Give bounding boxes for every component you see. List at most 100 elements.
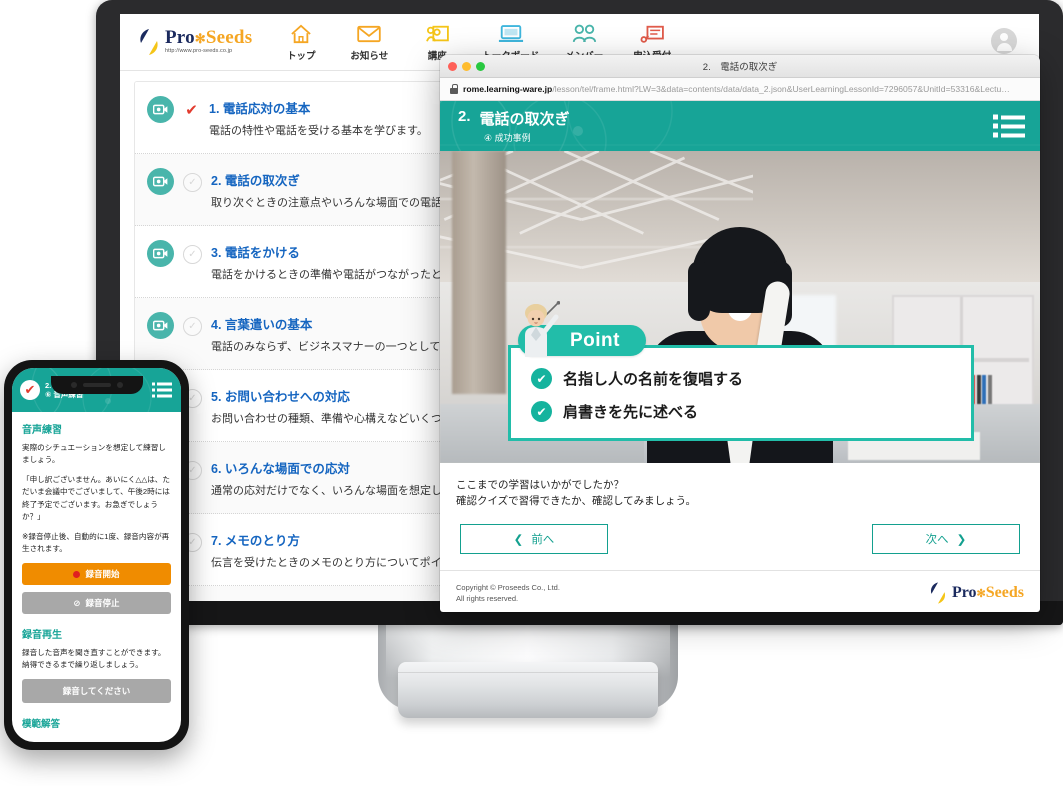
members-icon — [571, 23, 597, 45]
record-playback-label: 録音してください — [62, 686, 131, 697]
point-item-text: 肩書きを先に述べる — [563, 404, 699, 421]
point-box: Point ✔ 名指し人の名前を復唱する ✔ 肩書きを先に述べる — [508, 301, 974, 441]
phone-screen: ✔ 2. 電話の取次ぎ ⑥ 音声練習 音声練習 実際のシチュエーションを想定して… — [12, 368, 181, 742]
footer-logo-text: Pro✻Seeds — [952, 584, 1024, 602]
avatar-body-icon — [996, 43, 1012, 51]
point-item: ✔ 名指し人の名前を復唱する — [531, 368, 953, 389]
url-domain: rome.learning-ware.jp — [463, 84, 553, 94]
lesson-title-block: 2. 電話の取次ぎ ④ 成功事例 — [440, 108, 570, 144]
record-stop-label: 録音停止 — [85, 598, 120, 609]
next-button[interactable]: 次へ ❯ — [872, 523, 1020, 554]
url-text: rome.learning-ware.jp/lesson/tel/frame.h… — [463, 84, 1010, 94]
phone-content: 音声練習 実際のシチュエーションを想定して練習しましょう。 「申し訳ございません… — [12, 412, 181, 704]
speaker-icon — [82, 383, 111, 387]
nav-item-top[interactable]: トップ — [278, 23, 324, 62]
mail-icon — [357, 23, 381, 45]
copyright-text: Copyright © Proseeds Co., Ltd. All right… — [456, 582, 560, 605]
video-icon — [147, 167, 174, 195]
user-avatar[interactable] — [991, 28, 1017, 54]
lesson-header: 2. 電話の取次ぎ ④ 成功事例 — [440, 101, 1040, 151]
camera-icon — [70, 382, 77, 388]
lesson-subtitle: ④ 成功事例 — [484, 133, 531, 143]
phone-paragraph-1: 実際のシチュエーションを想定して練習しましょう。 — [22, 443, 166, 465]
prev-button-label: 前へ — [531, 533, 555, 546]
lesson-nav-buttons: ❮ 前へ 次へ ❯ — [456, 510, 1024, 570]
video-icon — [147, 239, 174, 267]
point-item: ✔ 肩書きを先に述べる — [531, 401, 953, 422]
nav-label: トップ — [287, 50, 316, 62]
footer-logo-star: ✻ — [976, 587, 986, 600]
check-todo-icon: ✓ — [183, 244, 202, 264]
lesson-footer: ここまでの学習はいかがでしたか？ 確認クイズで習得できたか、確認してみましょう。… — [440, 463, 1040, 570]
lesson-copyright-bar: Copyright © Proseeds Co., Ltd. All right… — [440, 569, 1040, 612]
record-dot-icon — [73, 570, 81, 578]
nav-item-news[interactable]: お知らせ — [346, 23, 392, 62]
phone-section-title: 音声練習 — [22, 425, 62, 436]
lesson-video-stage[interactable]: Point ✔ 名指し人の名前を復唱する ✔ 肩書きを先に述べる — [440, 151, 1040, 463]
sensor-icon — [116, 382, 123, 388]
logo-star: ✻ — [194, 31, 206, 46]
list-menu-icon[interactable] — [152, 382, 172, 398]
logo-url: http://www.pro-seeds.co.jp — [165, 48, 233, 54]
browser-window: 2. 電話の取次ぎ rome.learning-ware.jp/lesson/t… — [440, 55, 1040, 612]
record-stop-button[interactable]: ⊘ 録音停止 — [22, 592, 171, 615]
check-done-icon: ✔ — [185, 101, 198, 119]
record-start-button[interactable]: 録音開始 — [22, 563, 171, 586]
phone-paragraph-2: 「申し訳ございません。あいにく△△は、ただいま会議中でございまして、午後2時には… — [22, 475, 170, 521]
phone-notch — [50, 376, 143, 394]
browser-url-bar[interactable]: rome.learning-ware.jp/lesson/tel/frame.h… — [440, 78, 1040, 101]
video-icon — [147, 96, 174, 123]
question-line-1: ここまでの学習はいかがでしたか？ — [456, 479, 624, 491]
phone-section-title-2: 録音再生 — [22, 630, 62, 642]
browser-titlebar: 2. 電話の取次ぎ — [440, 55, 1040, 78]
check-done-icon: ✔ — [20, 380, 40, 400]
proseeds-logo-icon — [138, 28, 160, 56]
site-logo[interactable]: Pro✻Seeds http://www.pro-seeds.co.jp — [138, 28, 252, 56]
footer-logo-seeds: Seeds — [985, 583, 1024, 601]
check-todo-icon: ✓ — [183, 316, 202, 336]
point-item-text: 名指し人の名前を復唱する — [563, 371, 744, 388]
footer-logo: Pro✻Seeds — [929, 581, 1024, 605]
check-circle-icon: ✔ — [531, 401, 552, 422]
nav-label: お知らせ — [350, 50, 389, 62]
site-logo-text: Pro✻Seeds http://www.pro-seeds.co.jp — [165, 28, 252, 55]
window-controls — [448, 61, 485, 71]
record-playback-button[interactable]: 録音してください — [22, 679, 171, 704]
phone-section-title-3: 模範解答 — [22, 719, 61, 731]
point-box-body: ✔ 名指し人の名前を復唱する ✔ 肩書きを先に述べる — [508, 345, 974, 441]
laptop-icon — [498, 23, 524, 45]
application-icon — [640, 23, 665, 45]
copyright-line-1: Copyright © Proseeds Co., Ltd. — [456, 583, 560, 593]
copyright-line-2: All rights reserved. — [456, 594, 519, 604]
chevron-right-icon: ❯ — [956, 533, 967, 546]
teacher-character-icon — [516, 301, 561, 359]
phone-paragraph-4: 録音した音声を聞き直すことができます。納得できるまで繰り返しましょう。 — [22, 648, 166, 670]
maximize-icon[interactable] — [476, 61, 485, 71]
chevron-left-icon: ❮ — [513, 533, 524, 546]
url-path: /lesson/tel/frame.html?LW=3&data=content… — [552, 84, 1010, 94]
logo-seeds: Seeds — [205, 27, 253, 48]
lesson-number: 2. — [458, 108, 471, 125]
browser-window-title: 2. 電話の取次ぎ — [702, 62, 778, 73]
phone-paragraph-3: ※録音停止後、自動的に1度、録音内容が再生されます。 — [22, 531, 170, 553]
proseeds-logo-icon — [930, 581, 945, 604]
smartphone: ✔ 2. 電話の取次ぎ ⑥ 音声練習 音声練習 実際のシチュエーションを想定して… — [4, 360, 189, 750]
prev-button[interactable]: ❮ 前へ — [460, 523, 608, 554]
list-menu-icon[interactable] — [993, 114, 1025, 138]
stop-circle-icon: ⊘ — [73, 597, 81, 608]
monitor-stand-base — [398, 662, 658, 718]
record-start-label: 録音開始 — [85, 569, 120, 580]
minimize-icon[interactable] — [462, 61, 471, 71]
lesson-title: 電話の取次ぎ — [479, 111, 570, 128]
check-circle-icon: ✔ — [531, 368, 552, 389]
course-icon — [425, 23, 450, 45]
logo-pro: Pro — [165, 27, 195, 48]
next-button-label: 次へ — [925, 533, 949, 546]
close-icon[interactable] — [448, 61, 457, 71]
question-line-2: 確認クイズで習得できたか、確認してみましょう。 — [456, 495, 697, 508]
home-icon — [290, 23, 312, 45]
lock-icon — [450, 84, 458, 94]
video-icon — [147, 311, 174, 339]
check-todo-icon: ✓ — [183, 172, 202, 192]
avatar-head-icon — [1000, 33, 1008, 41]
